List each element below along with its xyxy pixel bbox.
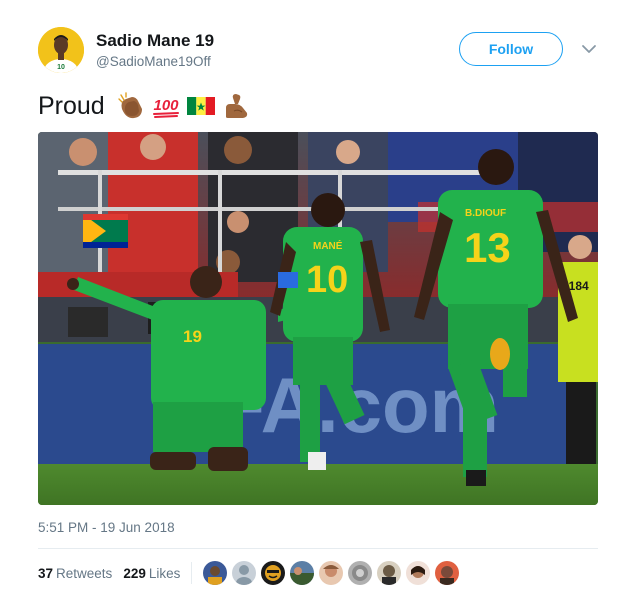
tweet-timestamp[interactable]: 5:51 PM - 19 Jun 2018 bbox=[38, 520, 175, 535]
tweet-text: Proud 100 bbox=[38, 88, 251, 124]
stats-separator bbox=[191, 562, 193, 584]
shirt-number-13: 13 bbox=[464, 224, 511, 271]
shirt-name-diouf: B.DIOUF bbox=[465, 208, 506, 219]
liker-avatar[interactable] bbox=[261, 561, 285, 585]
shirt-name-mane: MANÉ bbox=[313, 239, 343, 252]
liker-avatar[interactable] bbox=[348, 561, 372, 585]
likes-count[interactable]: 229 bbox=[123, 566, 146, 581]
svg-text:100: 100 bbox=[153, 97, 179, 114]
liker-avatar[interactable] bbox=[435, 561, 459, 585]
stats-divider bbox=[38, 548, 598, 549]
shirt-number-10: 10 bbox=[306, 259, 348, 301]
chevron-down-icon[interactable] bbox=[581, 42, 597, 56]
liker-avatar[interactable] bbox=[290, 561, 314, 585]
author-avatar[interactable]: 10 bbox=[38, 27, 84, 73]
hundred-points-icon: 100 bbox=[152, 97, 179, 118]
retweets-label[interactable]: Retweets bbox=[56, 566, 112, 581]
clapping-hands-icon bbox=[118, 92, 142, 119]
flexed-biceps-icon bbox=[225, 94, 247, 118]
liker-avatar[interactable] bbox=[232, 561, 256, 585]
senegal-flag-icon bbox=[186, 97, 215, 115]
liker-avatar[interactable] bbox=[406, 561, 430, 585]
likes-label[interactable]: Likes bbox=[149, 566, 181, 581]
tweet-body: Proud bbox=[38, 91, 105, 120]
tweet-photo[interactable]: FIFA.com 5184 19 MANÉ 10 B.DIOUF 13 bbox=[38, 132, 598, 505]
liker-avatar[interactable] bbox=[377, 561, 401, 585]
liker-avatar[interactable] bbox=[319, 561, 343, 585]
liker-avatars bbox=[203, 561, 459, 585]
tweet-stats: 37 Retweets 229 Likes bbox=[38, 559, 202, 587]
follow-button[interactable]: Follow bbox=[459, 32, 563, 66]
author-handle[interactable]: @SadioMane19Off bbox=[96, 54, 211, 69]
author-display-name[interactable]: Sadio Mane 19 bbox=[96, 31, 214, 51]
shirt-number-19: 19 bbox=[183, 327, 202, 346]
retweets-count[interactable]: 37 bbox=[38, 566, 53, 581]
tweet-card: 10 Sadio Mane 19 @SadioMane19Off Follow … bbox=[0, 0, 632, 595]
liker-avatar[interactable] bbox=[203, 561, 227, 585]
svg-text:10: 10 bbox=[57, 64, 65, 71]
photo-illustration: FIFA.com 5184 19 MANÉ 10 B.DIOUF 13 bbox=[38, 132, 598, 505]
